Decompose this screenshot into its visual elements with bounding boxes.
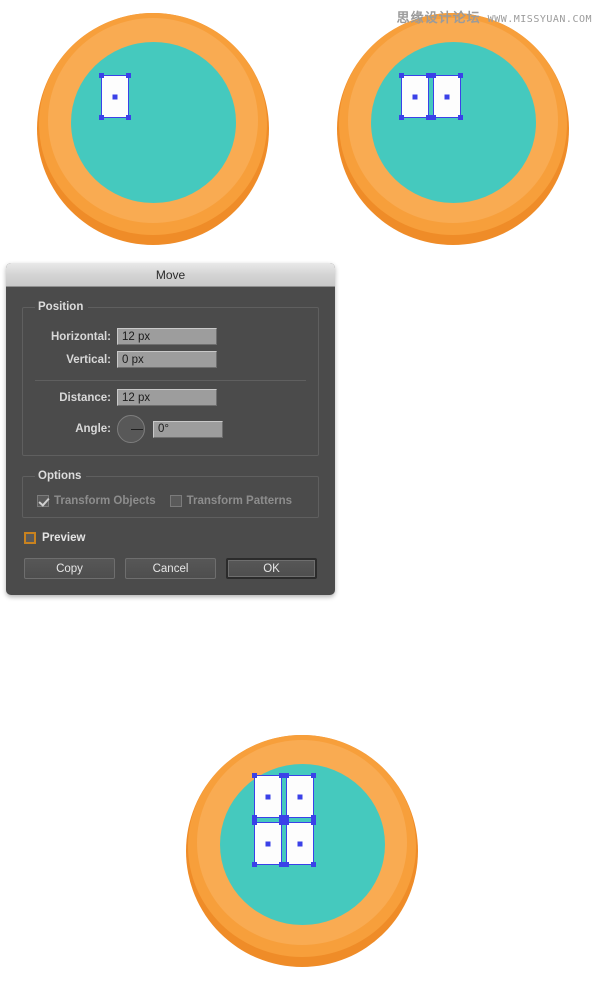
cancel-button[interactable]: Cancel (125, 558, 216, 579)
options-checkbox-row: Transform Objects Transform Patterns (33, 495, 308, 507)
selected-shape-rect[interactable] (399, 73, 431, 120)
selection-handle-bottom-left[interactable] (399, 115, 404, 120)
angle-input[interactable] (153, 420, 223, 438)
selection-anchor-center[interactable] (112, 94, 118, 99)
preview-row[interactable]: Preview (24, 532, 319, 544)
dialog-body: Position Horizontal: Vertical: Distance:… (6, 287, 335, 595)
position-divider (35, 380, 306, 381)
selected-shape-rect[interactable] (284, 820, 316, 867)
distance-input[interactable] (117, 389, 217, 406)
selected-shape-rect[interactable] (99, 73, 131, 120)
angle-dial[interactable] (117, 415, 145, 443)
selection-handle-top-right[interactable] (126, 73, 131, 78)
transform-patterns-checkbox[interactable] (169, 495, 182, 507)
selection-handle-top-left[interactable] (284, 773, 289, 778)
illustration-step-1 (37, 13, 269, 245)
copy-button[interactable]: Copy (24, 558, 115, 579)
preview-label: Preview (42, 532, 86, 544)
selection-handle-top-left[interactable] (99, 73, 104, 78)
selection-handle-top-left[interactable] (399, 73, 404, 78)
selection-handle-bottom-left[interactable] (99, 115, 104, 120)
preview-checkbox[interactable] (24, 532, 36, 544)
selected-shape-rect[interactable] (252, 773, 284, 820)
watermark-url-text: WWW.MISSYUAN.COM (487, 14, 592, 25)
selection-handle-top-left[interactable] (284, 820, 289, 825)
selection-anchor-center[interactable] (412, 94, 418, 99)
selected-shape-rect[interactable] (284, 773, 316, 820)
transform-patterns-checkbox-wrap[interactable]: Transform Patterns (169, 495, 293, 507)
vertical-label: Vertical: (66, 353, 111, 366)
move-dialog: Move Position Horizontal: Vertical: Dist… (6, 263, 335, 595)
selection-handle-bottom-right[interactable] (126, 115, 131, 120)
selection-anchor-center[interactable] (265, 841, 271, 846)
position-group-legend: Position (38, 301, 84, 313)
selection-handle-top-right[interactable] (458, 73, 463, 78)
angle-dial-needle (131, 429, 143, 430)
selection-handle-top-left[interactable] (252, 773, 257, 778)
vertical-input[interactable] (117, 351, 217, 368)
coin-inner-face (371, 42, 536, 203)
selection-handle-top-right[interactable] (311, 820, 316, 825)
selection-anchor-center[interactable] (297, 841, 303, 846)
selection-handle-bottom-right[interactable] (458, 115, 463, 120)
dialog-titlebar[interactable]: Move (6, 263, 335, 287)
selection-anchor-center[interactable] (265, 794, 271, 799)
selection-handle-bottom-right[interactable] (311, 862, 316, 867)
transform-objects-label: Transform Objects (54, 495, 156, 507)
angle-label: Angle: (75, 423, 111, 435)
horizontal-label: Horizontal: (50, 330, 111, 343)
selected-shape-rect[interactable] (252, 820, 284, 867)
transform-patterns-label: Transform Patterns (186, 495, 293, 507)
coin-inner-face (71, 42, 236, 203)
selection-anchor-center[interactable] (297, 794, 303, 799)
selection-handle-top-left[interactable] (431, 73, 436, 78)
selection-anchor-center[interactable] (444, 94, 450, 99)
selection-handle-top-right[interactable] (311, 773, 316, 778)
selection-handle-bottom-left[interactable] (252, 862, 257, 867)
dialog-button-row: Copy Cancel OK (22, 558, 319, 579)
horizontal-input[interactable] (117, 328, 217, 345)
horizontal-field-row: Horizontal: (33, 328, 308, 345)
distance-label: Distance: (59, 391, 111, 404)
angle-field-row: Angle: (33, 415, 308, 443)
distance-field-row: Distance: (33, 389, 308, 406)
position-group: Position Horizontal: Vertical: Distance:… (22, 301, 319, 456)
selected-shape-rect[interactable] (431, 73, 463, 120)
selection-handle-top-left[interactable] (252, 820, 257, 825)
options-group-legend: Options (38, 470, 82, 482)
dialog-title: Move (155, 267, 186, 282)
illustration-step-3 (186, 735, 418, 967)
transform-objects-checkbox[interactable] (37, 495, 49, 507)
ok-button[interactable]: OK (226, 558, 317, 579)
vertical-field-row: Vertical: (33, 351, 308, 368)
transform-objects-checkbox-wrap[interactable]: Transform Objects (37, 495, 156, 507)
illustration-step-2 (337, 13, 569, 245)
selection-handle-bottom-left[interactable] (284, 862, 289, 867)
selection-handle-bottom-left[interactable] (431, 115, 436, 120)
options-group: Options Transform Objects Transform Patt… (22, 470, 319, 518)
